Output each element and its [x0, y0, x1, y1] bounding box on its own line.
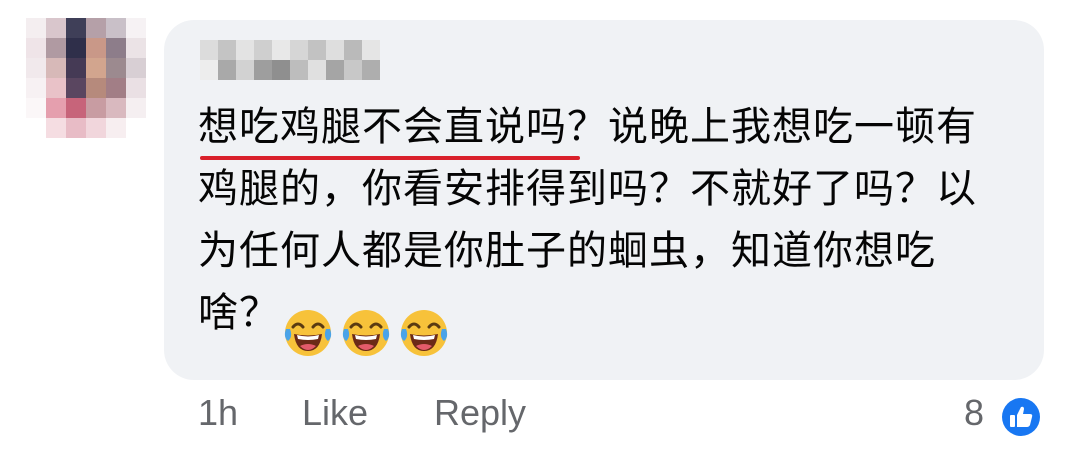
laughing-crying-emoji	[342, 310, 390, 356]
like-button[interactable]: Like	[302, 392, 368, 434]
emoji-row	[282, 307, 450, 359]
reply-button[interactable]: Reply	[434, 392, 526, 434]
timestamp[interactable]: 1h	[198, 392, 238, 434]
comment-line: 为任何人都是你肚子的蛔虫，知道你想吃	[198, 228, 936, 274]
highlight-underline	[200, 156, 580, 160]
reaction-count[interactable]: 8	[964, 392, 984, 434]
avatar[interactable]	[26, 18, 146, 138]
comment-line: 鸡腿的，你看安排得到吗？不就好了吗？以	[198, 166, 977, 212]
laughing-crying-emoji	[284, 310, 332, 356]
thumbs-up-icon[interactable]	[998, 394, 1044, 440]
author-name[interactable]	[200, 40, 380, 80]
comment-line: 想吃鸡腿不会直说吗？说晚上我想吃一顿有	[198, 104, 977, 150]
laughing-crying-emoji	[400, 310, 448, 356]
